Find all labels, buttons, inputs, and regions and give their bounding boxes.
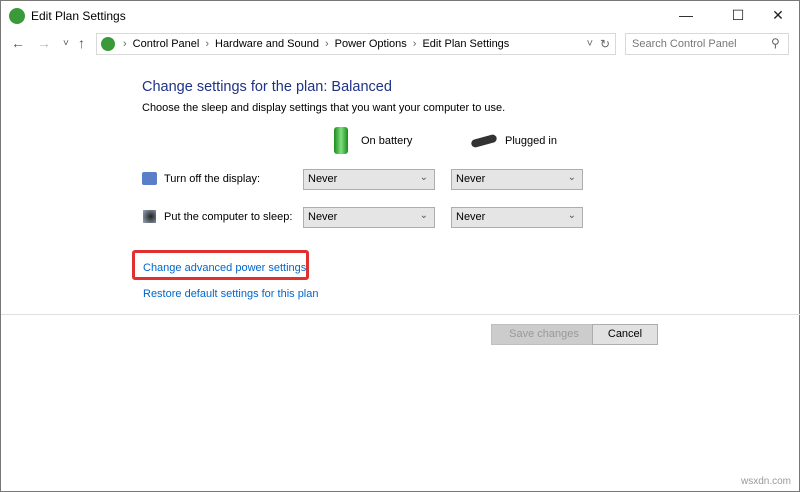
power-options-icon (9, 8, 25, 24)
address-bar[interactable]: › Control Panel › Hardware and Sound › Powe… (96, 33, 616, 55)
sleep-icon (143, 210, 156, 223)
chevron-down-icon: ⌄ (419, 172, 428, 183)
sleep-plugged-select[interactable]: Never ⌄ (451, 207, 583, 228)
back-button[interactable]: ← (11, 35, 25, 51)
battery-icon (334, 127, 348, 154)
search-input[interactable]: Search Control Panel (625, 33, 789, 55)
minimize-button[interactable]: — (663, 1, 709, 31)
chevron-down-icon: ⌄ (419, 210, 428, 221)
restore-default-settings-link[interactable]: Restore default settings for this plan (143, 288, 318, 300)
on-battery-header: On battery (361, 135, 413, 147)
display-plugged-value: Never (456, 173, 486, 185)
watermark: wsxdn.com (740, 476, 791, 487)
control-panel-icon (101, 37, 115, 51)
display-battery-value: Never (308, 173, 338, 185)
display-plugged-select[interactable]: Never ⌄ (451, 169, 583, 190)
display-battery-select[interactable]: Never ⌄ (303, 169, 435, 190)
window-title: Edit Plan Settings (31, 9, 126, 23)
search-icon: ⚲ (771, 36, 780, 50)
title-bar: Edit Plan Settings — ☐ ✕ (1, 1, 800, 31)
breadcrumb-hardware-and-sound[interactable]: Hardware and Sound (215, 38, 319, 50)
chevron-down-icon: ⌄ (567, 210, 576, 221)
display-icon (142, 172, 157, 185)
forward-button[interactable]: → (37, 35, 51, 51)
breadcrumb-power-options[interactable]: Power Options (335, 38, 407, 50)
breadcrumb-edit-plan-settings[interactable]: Edit Plan Settings (422, 38, 509, 50)
breadcrumb-control-panel[interactable]: Control Panel (133, 38, 200, 50)
close-button[interactable]: ✕ (755, 1, 800, 31)
address-dropdown-button[interactable]: ˅ (587, 38, 593, 50)
display-label: Turn off the display: (164, 173, 260, 185)
sleep-label: Put the computer to sleep: (164, 211, 293, 223)
sleep-battery-value: Never (308, 211, 338, 223)
up-button[interactable]: ↑ (78, 35, 85, 51)
page-title: Change settings for the plan: Balanced (142, 79, 392, 95)
plugged-in-header: Plugged in (505, 135, 557, 147)
plug-icon (470, 133, 498, 149)
page-subtitle: Choose the sleep and display settings th… (142, 102, 506, 114)
cancel-button[interactable]: Cancel (592, 324, 658, 345)
chevron-down-icon: ⌄ (567, 172, 576, 183)
refresh-button[interactable]: ↻ (600, 37, 610, 51)
sleep-plugged-value: Never (456, 211, 486, 223)
divider (1, 314, 800, 315)
save-changes-button[interactable]: Save changes (491, 324, 597, 345)
sleep-battery-select[interactable]: Never ⌄ (303, 207, 435, 228)
change-advanced-power-settings-link[interactable]: Change advanced power settings (143, 262, 306, 274)
recent-locations-button[interactable]: ˅ (63, 38, 69, 49)
